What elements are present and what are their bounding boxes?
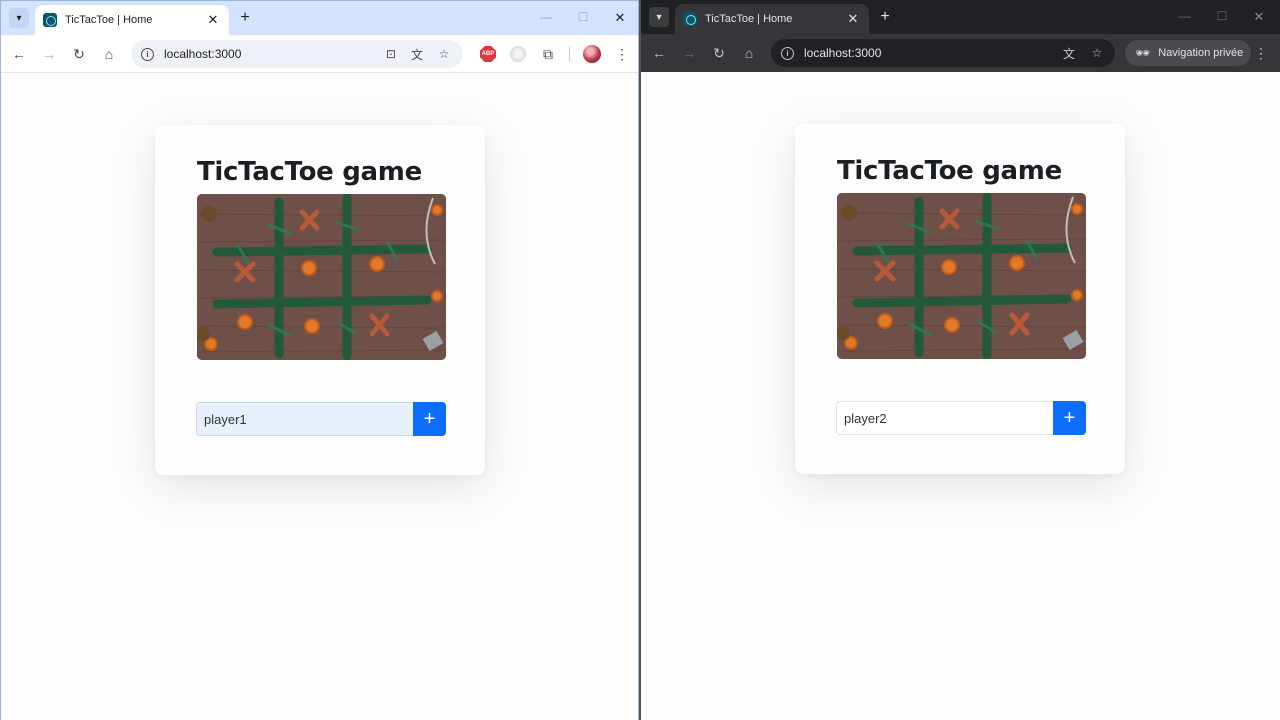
- player-name-group: +: [836, 401, 1086, 435]
- profile-avatar[interactable]: [583, 45, 601, 63]
- close-tab-icon[interactable]: ✕: [205, 12, 221, 28]
- menu-kebab-icon[interactable]: ⋮: [612, 44, 632, 64]
- page-title: TicTacToe game: [197, 157, 422, 187]
- page-viewport: TicTacToe game: [1, 73, 638, 720]
- reload-button[interactable]: ↻: [69, 44, 89, 64]
- bookmark-star-icon[interactable]: ☆: [436, 46, 452, 62]
- back-button[interactable]: ←: [649, 43, 669, 63]
- address-bar[interactable]: i localhost:3000 ⊡ 文 ☆: [131, 40, 463, 68]
- game-card: TicTacToe game: [155, 125, 485, 475]
- tab-search-button[interactable]: ▾: [649, 7, 669, 27]
- url-text: localhost:3000: [164, 47, 242, 61]
- tab-strip: ▾ TicTacToe | Home ✕ + — ☐ ✕: [1, 1, 638, 35]
- toolbar-separator: [569, 47, 570, 61]
- game-card: TicTacToe game: [795, 124, 1125, 474]
- url-text: localhost:3000: [804, 46, 882, 60]
- react-favicon-icon: [683, 12, 697, 26]
- maximize-button[interactable]: ☐: [1215, 9, 1229, 23]
- incognito-icon: 🕶: [1135, 46, 1151, 60]
- new-tab-button[interactable]: +: [877, 8, 893, 26]
- tab-home[interactable]: TicTacToe | Home ✕: [675, 4, 869, 34]
- close-tab-icon[interactable]: ✕: [845, 11, 861, 27]
- info-icon[interactable]: i: [141, 47, 154, 61]
- bookmark-star-icon[interactable]: ☆: [1089, 45, 1105, 61]
- address-bar[interactable]: i localhost:3000 文 ☆: [771, 39, 1115, 67]
- player-name-input[interactable]: [836, 401, 1053, 435]
- tab-title: TicTacToe | Home: [705, 13, 793, 25]
- tab-title: TicTacToe | Home: [65, 14, 153, 26]
- tab-search-button[interactable]: ▾: [9, 8, 29, 28]
- close-window-button[interactable]: ✕: [613, 10, 627, 26]
- page-title: TicTacToe game: [837, 156, 1062, 186]
- info-icon[interactable]: i: [781, 46, 794, 60]
- incognito-indicator[interactable]: 🕶 Navigation privée: [1125, 40, 1251, 66]
- new-tab-button[interactable]: +: [237, 9, 253, 27]
- chevron-down-icon: ▾: [16, 12, 22, 24]
- adblock-extension-icon[interactable]: ABP: [480, 46, 496, 62]
- plus-icon: +: [1063, 406, 1076, 429]
- browser-toolbar: ← → ↻ ⌂ i localhost:3000 文 ☆ 🕶 Navigatio…: [641, 34, 1280, 72]
- browser-window-left: ▾ TicTacToe | Home ✕ + — ☐ ✕ ← → ↻ ⌂ i l…: [0, 0, 639, 720]
- tictactoe-board-image: [837, 193, 1086, 359]
- close-window-button[interactable]: ✕: [1252, 9, 1266, 25]
- browser-toolbar: ← → ↻ ⌂ i localhost:3000 ⊡ 文 ☆ ABP ⧉ ⋮: [1, 35, 638, 73]
- forward-button[interactable]: →: [679, 43, 699, 63]
- forward-button[interactable]: →: [39, 44, 59, 64]
- extensions-puzzle-icon[interactable]: ⧉: [538, 44, 558, 64]
- menu-kebab-icon[interactable]: ⋮: [1251, 43, 1271, 63]
- install-app-icon[interactable]: ⊡: [383, 46, 399, 62]
- home-button[interactable]: ⌂: [99, 44, 119, 64]
- tictactoe-board-image: [197, 194, 446, 360]
- minimize-button[interactable]: —: [1178, 9, 1192, 23]
- tab-strip: ▾ TicTacToe | Home ✕ + — ☐ ✕: [641, 0, 1280, 34]
- reload-button[interactable]: ↻: [709, 43, 729, 63]
- player-name-input[interactable]: [196, 402, 413, 436]
- back-button[interactable]: ←: [9, 44, 29, 64]
- home-button[interactable]: ⌂: [739, 43, 759, 63]
- chevron-down-icon: ▾: [656, 11, 662, 23]
- react-favicon-icon: [43, 13, 57, 27]
- maximize-button[interactable]: ☐: [576, 10, 590, 24]
- translate-icon[interactable]: 文: [409, 46, 425, 62]
- add-player-button[interactable]: +: [1053, 401, 1086, 435]
- tab-home[interactable]: TicTacToe | Home ✕: [35, 5, 229, 35]
- browser-window-right: ▾ TicTacToe | Home ✕ + — ☐ ✕ ← → ↻ ⌂ i l…: [641, 0, 1280, 720]
- add-player-button[interactable]: +: [413, 402, 446, 436]
- page-viewport: TicTacToe game: [641, 72, 1280, 720]
- flower-extension-icon[interactable]: [510, 46, 526, 62]
- plus-icon: +: [423, 407, 436, 430]
- translate-icon[interactable]: 文: [1061, 45, 1077, 61]
- incognito-label: Navigation privée: [1158, 47, 1244, 59]
- player-name-group: +: [196, 402, 446, 436]
- desktop: ▾ TicTacToe | Home ✕ + — ☐ ✕ ← → ↻ ⌂ i l…: [0, 0, 1280, 720]
- minimize-button[interactable]: —: [539, 10, 553, 24]
